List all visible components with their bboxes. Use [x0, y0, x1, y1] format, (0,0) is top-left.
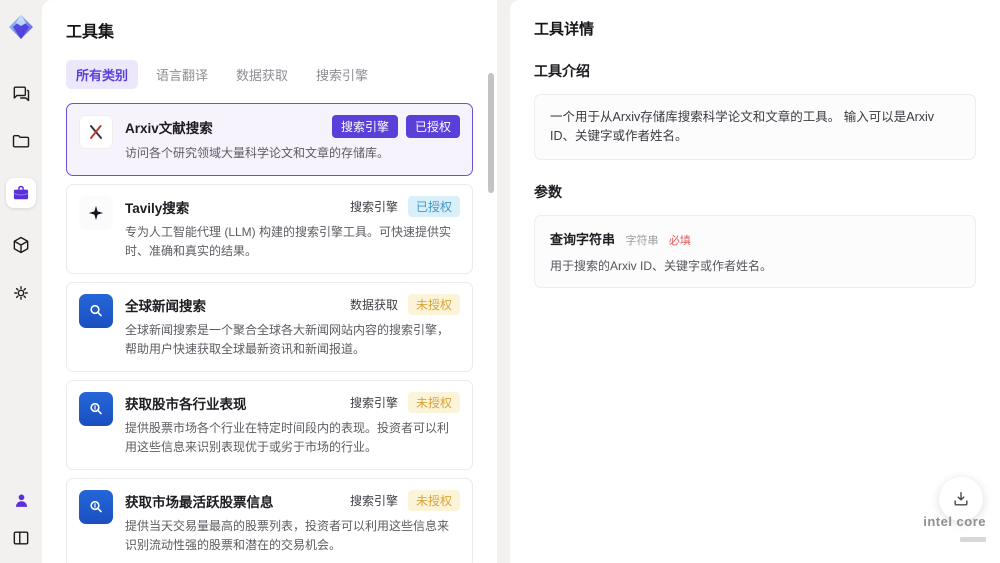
tool-card-arxiv[interactable]: Arxiv文献搜索 搜索引擎 已授权 访问各个研究领域大量科学论文和文章的存储库…: [66, 103, 473, 176]
briefcase-icon[interactable]: [6, 178, 36, 208]
arxiv-icon: [79, 115, 113, 149]
download-icon: [954, 492, 968, 506]
app-root: 工具集 所有类别 语言翻译 数据获取 搜索引擎 Arxiv文献搜索 搜索引擎 已…: [0, 0, 1000, 563]
param-type: 字符串: [625, 235, 659, 247]
param-name: 查询字符串: [550, 232, 616, 247]
tool-list-panel: 工具集 所有类别 语言翻译 数据获取 搜索引擎 Arxiv文献搜索 搜索引擎 已…: [42, 0, 497, 563]
chat-icon[interactable]: [10, 82, 32, 104]
param-description: 用于搜索的Arxiv ID、关键字或作者姓名。: [550, 259, 773, 273]
page-title: 工具集: [66, 24, 115, 41]
intro-box: 一个用于从Arxiv存储库搜索科学论文和文章的工具。 输入可以是Arxiv ID…: [534, 94, 976, 160]
tool-description: 专为人工智能代理 (LLM) 构建的搜索引擎工具。可快速提供实时、准确和真实的结…: [125, 225, 452, 258]
category-tabs: 所有类别 语言翻译 数据获取 搜索引擎: [66, 60, 473, 89]
news-search-icon: [79, 294, 113, 328]
tool-description: 访问各个研究领域大量科学论文和文章的存储库。: [125, 146, 390, 160]
folder-icon[interactable]: [10, 130, 32, 152]
auth-badge: 已授权: [405, 115, 460, 138]
tool-title: 获取股市各行业表现: [125, 396, 247, 412]
params-header: 参数: [534, 184, 562, 200]
rail-nav: [6, 82, 36, 304]
auth-badge: 未授权: [407, 490, 460, 511]
param-box: 查询字符串 字符串 必填 用于搜索的Arxiv ID、关键字或作者姓名。: [534, 215, 976, 288]
tool-card-active-stocks[interactable]: 获取市场最活跃股票信息 搜索引擎 未授权 提供当天交易量最高的股票列表，投资者可…: [66, 478, 473, 563]
left-rail: [0, 0, 42, 563]
gear-icon[interactable]: [10, 282, 32, 304]
stock-search-icon: [79, 490, 113, 524]
tool-card-sector-performance[interactable]: 获取股市各行业表现 搜索引擎 未授权 提供股票市场各个行业在特定时间段内的表现。…: [66, 380, 473, 470]
category-label: 搜索引擎: [349, 494, 398, 508]
tool-title: 全球新闻搜索: [125, 298, 206, 314]
intel-ultra-mark: [960, 537, 986, 542]
cube-icon[interactable]: [10, 234, 32, 256]
tool-cards: Arxiv文献搜索 搜索引擎 已授权 访问各个研究领域大量科学论文和文章的存储库…: [66, 103, 473, 563]
rail-bottom: [10, 489, 32, 549]
tool-description: 提供股票市场各个行业在特定时间段内的表现。投资者可以利用这些信息来识别表现优于或…: [125, 421, 450, 454]
list-scrollbar-thumb[interactable]: [488, 73, 494, 193]
tool-card-global-news[interactable]: 全球新闻搜索 数据获取 未授权 全球新闻搜索是一个聚合全球各大新闻网站内容的搜索…: [66, 282, 473, 372]
tab-all-categories[interactable]: 所有类别: [66, 60, 139, 89]
stock-search-icon: [79, 392, 113, 426]
tool-description: 提供当天交易量最高的股票列表，投资者可以利用这些信息来识别流动性强的股票和潜在的…: [125, 519, 450, 552]
category-label: 搜索引擎: [349, 396, 398, 410]
tool-description: 全球新闻搜索是一个聚合全球各大新闻网站内容的搜索引擎，帮助用户快速获取全球最新资…: [125, 323, 450, 356]
tool-title: Tavily搜索: [125, 200, 190, 216]
param-required-badge: 必填: [668, 235, 691, 247]
tool-title: Arxiv文献搜索: [125, 120, 213, 136]
tool-card-tavily[interactable]: Tavily搜索 搜索引擎 已授权 专为人工智能代理 (LLM) 构建的搜索引擎…: [66, 184, 473, 274]
intro-text: 一个用于从Arxiv存储库搜索科学论文和文章的工具。 输入可以是Arxiv ID…: [550, 110, 935, 143]
tab-search-engine[interactable]: 搜索引擎: [306, 60, 378, 89]
category-label: 数据获取: [349, 298, 398, 312]
tool-title: 获取市场最活跃股票信息: [125, 494, 274, 510]
panel-icon[interactable]: [10, 527, 32, 549]
intel-core-logo: intel core: [923, 514, 986, 547]
tab-language-translation[interactable]: 语言翻译: [146, 60, 218, 89]
auth-badge: 未授权: [407, 392, 460, 413]
intel-core-text: intel core: [923, 514, 986, 529]
detail-title: 工具详情: [534, 21, 595, 38]
tavily-star-icon: [79, 196, 113, 230]
intro-header: 工具介绍: [534, 63, 590, 79]
tool-detail-panel: 工具详情 工具介绍 一个用于从Arxiv存储库搜索科学论文和文章的工具。 输入可…: [510, 0, 1000, 563]
category-badge: 搜索引擎: [331, 115, 398, 138]
app-logo: [6, 12, 36, 42]
auth-badge: 已授权: [407, 196, 460, 217]
user-icon[interactable]: [10, 489, 32, 511]
auth-badge: 未授权: [407, 294, 460, 315]
tab-data-fetch[interactable]: 数据获取: [226, 60, 298, 89]
category-label: 搜索引擎: [349, 200, 398, 214]
